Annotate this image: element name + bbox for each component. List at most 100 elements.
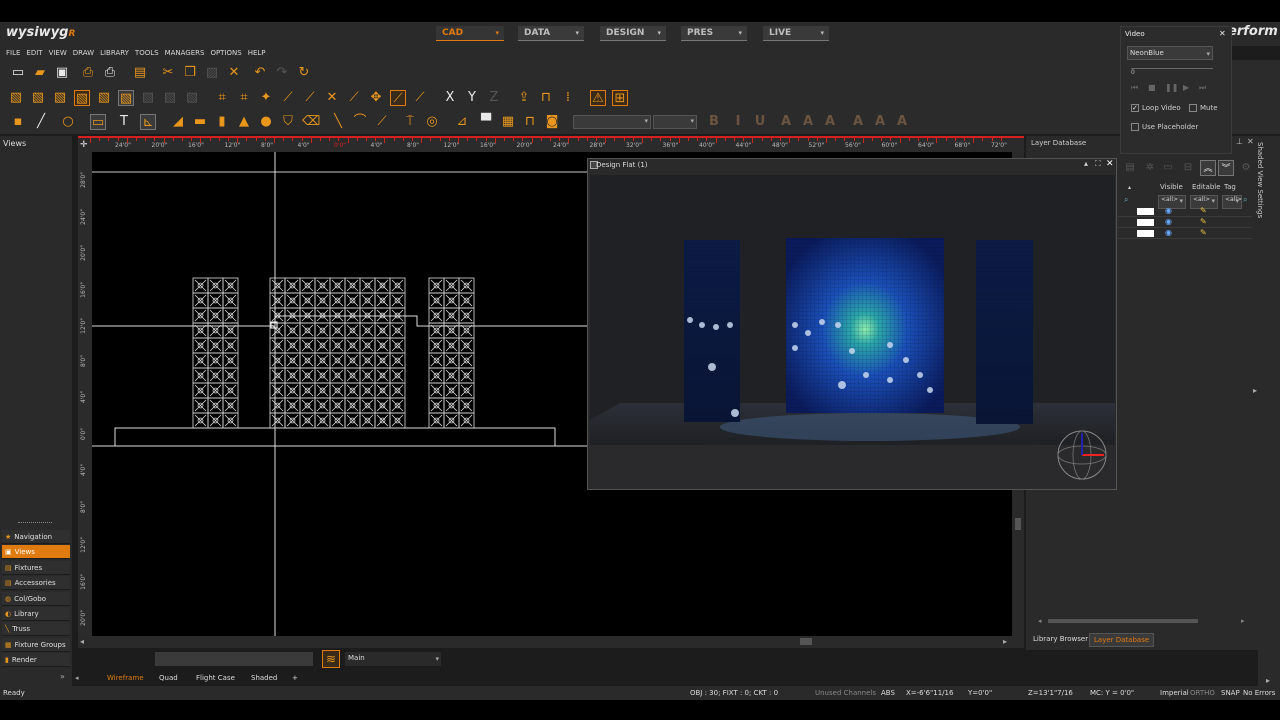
- status-unused-channels[interactable]: Unused Channels: [815, 689, 876, 697]
- sort-icon[interactable]: ▴: [1128, 184, 1131, 191]
- image-icon[interactable]: ▀: [478, 114, 494, 130]
- close-layerdb-icon[interactable]: ✕: [1247, 137, 1254, 146]
- menu-edit[interactable]: EDIT: [26, 46, 42, 60]
- eye-icon[interactable]: ◉: [1165, 206, 1172, 215]
- cube-grey-icon[interactable]: ▧: [184, 90, 200, 106]
- hatch-icon[interactable]: ▦: [500, 114, 516, 130]
- cube-top-icon[interactable]: ▧: [74, 90, 90, 106]
- layer-tool-icon[interactable]: ▤: [1122, 160, 1138, 176]
- status-abs[interactable]: ABS: [881, 689, 895, 697]
- layer-row[interactable]: ◉ ✎: [1118, 206, 1252, 217]
- sphere-icon[interactable]: ●: [258, 114, 274, 130]
- underline-icon[interactable]: U: [752, 114, 768, 130]
- tab-shaded[interactable]: Shaded: [251, 674, 277, 682]
- text-top-icon[interactable]: A: [850, 114, 866, 130]
- snap-perp-icon[interactable]: ⟋: [390, 90, 406, 106]
- wedge-icon[interactable]: ◢: [170, 114, 186, 130]
- layer-tool-icon[interactable]: ⚙: [1238, 160, 1254, 176]
- mode-cad[interactable]: CAD ▾: [436, 26, 504, 41]
- menu-help[interactable]: HELP: [248, 46, 266, 60]
- render-viewport[interactable]: [590, 175, 1115, 488]
- delete-icon[interactable]: ✕: [226, 65, 242, 81]
- tab-wireframe[interactable]: Wireframe: [107, 674, 144, 682]
- pipe-icon[interactable]: ╲: [330, 114, 346, 130]
- layer-tool-icon[interactable]: ⊟: [1180, 160, 1196, 176]
- cylinder-icon[interactable]: ▮: [214, 114, 230, 130]
- status-snap[interactable]: SNAP: [1221, 689, 1240, 697]
- rtab-layer-database[interactable]: Layer Database: [1089, 633, 1155, 647]
- cube-shade-icon[interactable]: ▧: [118, 90, 134, 106]
- ruler-icon[interactable]: ⟋: [374, 114, 390, 130]
- move-up-icon[interactable]: ︽: [1200, 160, 1216, 176]
- layer-scroll-thumb[interactable]: [1048, 619, 1198, 623]
- close-design-flat-icon[interactable]: ✕: [1106, 159, 1114, 169]
- layer-row[interactable]: ◉ ✎: [1118, 217, 1252, 228]
- print-icon[interactable]: ⎙: [102, 65, 118, 81]
- mode-live[interactable]: LIVE ▾: [763, 26, 829, 41]
- minimize-icon[interactable]: ▴: [1084, 159, 1088, 168]
- circle-icon[interactable]: ○: [60, 114, 76, 130]
- mode-data[interactable]: DATA ▾: [518, 26, 584, 41]
- tab-flight-case[interactable]: Flight Case: [196, 674, 235, 682]
- snap-center-icon[interactable]: ✕: [324, 90, 340, 106]
- cut-icon[interactable]: ✂: [160, 65, 176, 81]
- nav-truss[interactable]: ╲ Truss: [2, 622, 70, 637]
- font-family-select[interactable]: [573, 115, 651, 129]
- col-visible[interactable]: Visible: [1160, 183, 1183, 191]
- undo-icon[interactable]: ↶: [252, 65, 268, 81]
- copy-icon[interactable]: ❐: [182, 65, 198, 81]
- horizontal-scrollbar[interactable]: ◂ ▸: [78, 636, 1024, 648]
- eye-icon[interactable]: ◉: [1165, 228, 1172, 237]
- video-panel[interactable]: Video ✕ NeonBlue 0 ⏮ ■ ❚❚ ▶ ⏭ ✓ Loop Vid…: [1120, 26, 1232, 154]
- col-tag[interactable]: Tag: [1224, 183, 1236, 191]
- play-icon[interactable]: ▶: [1183, 83, 1189, 92]
- scroll-right-icon[interactable]: ▸: [1266, 676, 1270, 685]
- print-preview-icon[interactable]: ⎙: [80, 65, 96, 81]
- vscroll-thumb[interactable]: [1015, 518, 1021, 530]
- layer-tool-icon[interactable]: ▭: [1160, 160, 1176, 176]
- skip-start-icon[interactable]: ⏮: [1131, 83, 1138, 93]
- tab-+[interactable]: +: [292, 674, 298, 682]
- cube-iso-icon[interactable]: ▧: [96, 90, 112, 106]
- scroll-left-icon[interactable]: ◂: [1038, 617, 1042, 625]
- stop-icon[interactable]: ■: [1148, 83, 1156, 92]
- plank-icon[interactable]: ▬: [192, 114, 208, 130]
- refresh-icon[interactable]: ↻: [296, 65, 312, 81]
- snap-node-icon[interactable]: ✥: [368, 90, 384, 106]
- mute-checkbox[interactable]: [1189, 104, 1197, 112]
- pencil-icon[interactable]: ✎: [1200, 217, 1207, 226]
- shaded-view-settings-tab[interactable]: Shaded View Settings: [1256, 142, 1264, 218]
- menu-draw[interactable]: DRAW: [73, 46, 94, 60]
- mode-pres[interactable]: PRES ▾: [681, 26, 747, 41]
- menu-library[interactable]: LIBRARY: [100, 46, 129, 60]
- redo-icon[interactable]: ↷: [274, 65, 290, 81]
- tag-search-icon[interactable]: ⌕: [1243, 195, 1247, 205]
- tab-quad[interactable]: Quad: [159, 674, 178, 682]
- eye-icon[interactable]: ◉: [1165, 217, 1172, 226]
- paste-icon[interactable]: ▨: [204, 65, 220, 81]
- rtab-library-browser[interactable]: Library Browser: [1029, 633, 1092, 645]
- line-icon[interactable]: ╱: [33, 114, 49, 130]
- snap-point-icon[interactable]: ✦: [258, 90, 274, 106]
- maximize-icon[interactable]: ⛶: [1095, 159, 1101, 169]
- menu-view[interactable]: VIEW: [49, 46, 67, 60]
- nav-library[interactable]: ◐ Library: [2, 607, 70, 621]
- menu-tools[interactable]: TOOLS: [135, 46, 159, 60]
- snap-line-icon[interactable]: ⟋: [346, 90, 362, 106]
- panel-grip[interactable]: [18, 522, 52, 523]
- point-icon[interactable]: ▪: [10, 114, 26, 130]
- pencil-icon[interactable]: ✎: [1200, 228, 1207, 237]
- align-left-icon[interactable]: A: [778, 114, 794, 130]
- snap-icon[interactable]: ⌗: [214, 90, 230, 106]
- layer-icon[interactable]: ⊿: [454, 114, 470, 130]
- eraser-icon[interactable]: ⌫: [302, 114, 320, 130]
- layer-search-field[interactable]: [155, 652, 313, 666]
- text-icon[interactable]: T: [116, 114, 132, 130]
- menu-file[interactable]: FILE: [6, 46, 20, 60]
- ortho-icon[interactable]: ⚠: [590, 90, 606, 106]
- layer-color-swatch[interactable]: [1137, 208, 1154, 215]
- status-units[interactable]: Imperial: [1160, 689, 1189, 697]
- expand-right-icon[interactable]: ▸: [1253, 386, 1257, 395]
- lock-icon[interactable]: ⊓: [538, 90, 554, 106]
- save-icon[interactable]: ▣: [54, 65, 70, 81]
